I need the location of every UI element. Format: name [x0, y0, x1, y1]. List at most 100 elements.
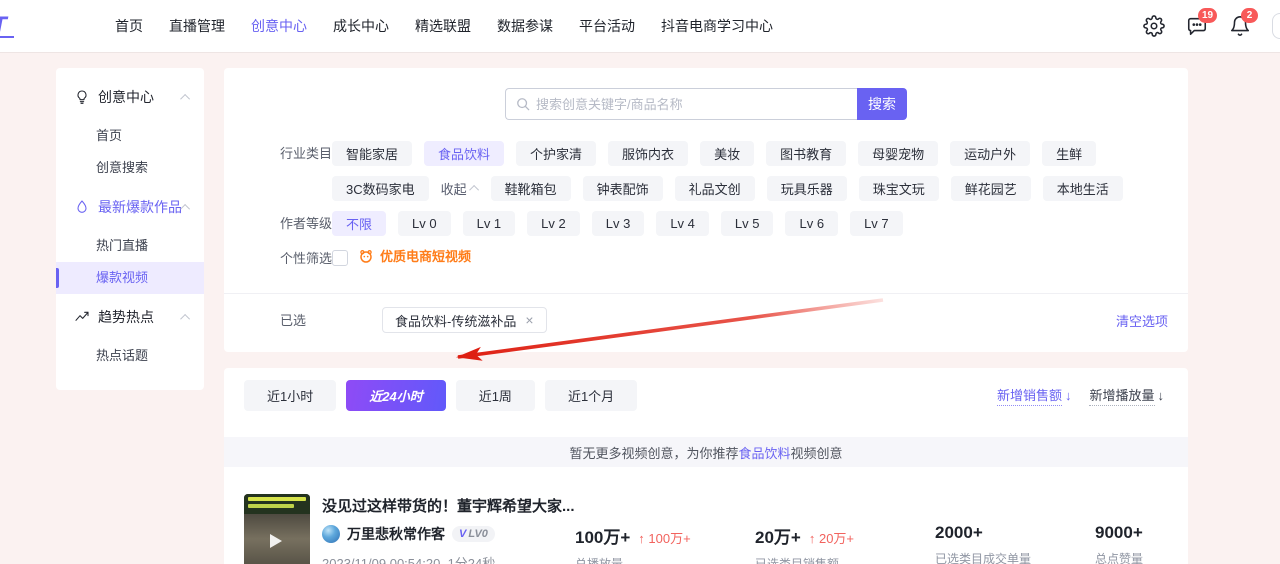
- time-filter-1m[interactable]: 近1个月: [544, 380, 638, 411]
- remove-filter-icon[interactable]: ×: [525, 313, 533, 327]
- industry-chip[interactable]: 图书教育: [766, 141, 847, 166]
- stat-delta: ↑ 20万+: [809, 528, 854, 547]
- sidebar-group-trend-hotspots[interactable]: 趋势热点: [56, 300, 204, 334]
- quality-video-option[interactable]: 优质电商短视频: [358, 246, 471, 265]
- industry-chip[interactable]: 鞋靴箱包: [490, 176, 571, 201]
- personal-filter-row: 个性筛选 优质电商短视频: [280, 246, 1168, 271]
- industry-chip[interactable]: 美妆: [700, 141, 755, 166]
- industry-chip[interactable]: 鲜花园艺: [950, 176, 1031, 201]
- nav-item-home[interactable]: 首页: [115, 16, 143, 36]
- author-level-badge: V LV0: [452, 526, 495, 542]
- sidebar-item-hot-topics[interactable]: 热点话题: [56, 340, 204, 372]
- nav-item-selected-alliance[interactable]: 精选联盟: [415, 16, 471, 36]
- messages-icon[interactable]: 19: [1186, 8, 1218, 37]
- stat-total-plays: 100万+ ↑ 100万+ 总播放量: [575, 523, 691, 564]
- search-icon: [517, 98, 530, 111]
- nav-item-platform-activity[interactable]: 平台活动: [579, 16, 635, 36]
- author-level-row: 作者等级 不限 Lv 0 Lv 1 Lv 2 Lv 3 Lv 4 Lv 5 Lv…: [280, 211, 1168, 236]
- industry-chip[interactable]: 智能家居: [332, 141, 413, 166]
- level-chip[interactable]: Lv 4: [656, 211, 709, 236]
- trend-line-icon: [74, 309, 90, 325]
- sort-by-sales[interactable]: 新增销售额 ↓: [996, 385, 1072, 406]
- personal-filter-label: 个性筛选: [280, 251, 333, 266]
- sort-down-arrow-icon: ↓: [1064, 388, 1072, 403]
- stat-label: 已选类目成交单量: [935, 552, 1032, 564]
- nav-item-live-management[interactable]: 直播管理: [169, 16, 225, 36]
- stat-value: 20万+: [755, 528, 801, 547]
- clear-options-link[interactable]: 清空选项: [1116, 311, 1168, 330]
- banner-category-link[interactable]: 食品饮料: [738, 443, 790, 462]
- stat-category-sales: 20万+ ↑ 20万+ 已选类目销售额: [755, 523, 854, 564]
- messages-count-badge: 19: [1198, 8, 1218, 23]
- industry-chip[interactable]: 玩具乐器: [766, 176, 847, 201]
- industry-chip[interactable]: 3C数码家电: [332, 176, 429, 201]
- level-chip[interactable]: Lv 3: [591, 211, 645, 236]
- banner-text: 暂无更多视频创意，为你推荐: [569, 445, 739, 461]
- industry-chip-selected[interactable]: 食品饮料: [424, 141, 505, 166]
- search-input[interactable]: [536, 96, 847, 112]
- quality-video-checkbox[interactable]: [332, 250, 348, 266]
- nav-item-growth-center[interactable]: 成长中心: [333, 16, 389, 36]
- author-name[interactable]: 万里悲秋常作客: [347, 524, 445, 544]
- sidebar-item-hot-live[interactable]: 热门直播: [56, 230, 204, 262]
- time-filter-1h[interactable]: 近1小时: [244, 380, 337, 411]
- time-filter-row: 近1小时 近24小时 近1周 近1个月 新增销售额 ↓ 新增播放量 ↓: [224, 368, 1188, 411]
- nav-item-data-advisor[interactable]: 数据参谋: [497, 16, 553, 36]
- author-level-label: 作者等级: [280, 216, 333, 231]
- search-button[interactable]: 搜索: [857, 88, 907, 120]
- selected-filters-row: 已选 食品饮料-传统滋补品 × 清空选项: [280, 307, 1168, 333]
- nav-item-creative-center[interactable]: 创意中心: [251, 16, 307, 36]
- avatar[interactable]: [1272, 13, 1280, 39]
- nav-item-learning-center[interactable]: 抖音电商学习中心: [661, 16, 773, 36]
- brand-logo[interactable]: T: [0, 12, 14, 38]
- video-title[interactable]: 没见过这样带货的！董宇辉希望大家...: [322, 495, 575, 516]
- industry-chip[interactable]: 珠宝文玩: [858, 176, 939, 201]
- verified-v-icon: V: [459, 528, 467, 540]
- banner-text: 视频创意: [790, 445, 843, 461]
- industry-chip[interactable]: 运动户外: [950, 141, 1031, 166]
- industry-chip[interactable]: 礼品文创: [674, 176, 755, 201]
- sort-controls: 新增销售额 ↓ 新增播放量 ↓: [996, 385, 1164, 406]
- stat-delta-value: 20万+: [818, 531, 855, 546]
- level-chip[interactable]: Lv 2: [527, 211, 580, 236]
- video-thumbnail[interactable]: [244, 494, 310, 564]
- level-chip[interactable]: Lv 5: [720, 211, 774, 236]
- settings-gear-icon[interactable]: [1143, 15, 1165, 37]
- collapse-categories-link[interactable]: 收起: [441, 176, 479, 201]
- selected-filter-chip[interactable]: 食品饮料-传统滋补品 ×: [382, 307, 547, 333]
- stat-delta-value: 100万+: [648, 531, 691, 546]
- sidebar-group-creative-center[interactable]: 创意中心: [56, 80, 204, 114]
- level-chip[interactable]: Lv 6: [785, 211, 839, 236]
- sort-plays-label: 新增播放量: [1089, 385, 1155, 406]
- author-avatar[interactable]: [322, 525, 340, 543]
- industry-chip[interactable]: 本地生活: [1042, 176, 1123, 201]
- industry-category-label: 行业类目: [280, 146, 333, 161]
- video-info: 没见过这样带货的！董宇辉希望大家... 万里悲秋常作客 V LV0 2023/1…: [322, 495, 575, 564]
- results-panel: 近1小时 近24小时 近1周 近1个月 新增销售额 ↓ 新增播放量 ↓ 暂无更多…: [224, 368, 1188, 564]
- industry-category-row: 行业类目 智能家居 食品饮料 个护家清 服饰内衣 美妆 图书教育 母婴宠物 运动…: [280, 141, 1168, 201]
- notifications-bell-icon[interactable]: 2: [1229, 8, 1258, 37]
- sort-by-plays[interactable]: 新增播放量 ↓: [1089, 385, 1164, 406]
- filter-panel: 搜索 行业类目 智能家居 食品饮料 个护家清 服饰内衣 美妆 图书教育 母婴宠物…: [224, 68, 1188, 352]
- industry-chip[interactable]: 生鲜: [1042, 141, 1097, 166]
- level-chip[interactable]: Lv 1: [462, 211, 516, 236]
- sidebar-item-hot-videos[interactable]: 爆款视频: [56, 262, 204, 294]
- industry-chip[interactable]: 母婴宠物: [858, 141, 939, 166]
- industry-chip[interactable]: 个护家清: [516, 141, 597, 166]
- time-filter-24h-selected[interactable]: 近24小时: [346, 380, 446, 411]
- sidebar-item-creative-search[interactable]: 创意搜索: [56, 152, 204, 184]
- publish-time: 2023/11/09 00:54:20: [322, 556, 441, 564]
- time-filter-1w[interactable]: 近1周: [455, 380, 535, 411]
- level-chip[interactable]: Lv 7: [850, 211, 903, 236]
- industry-chip[interactable]: 服饰内衣: [608, 141, 689, 166]
- stat-category-orders: 2000+ 已选类目成交单量: [935, 523, 1031, 564]
- thumbnail-caption-overlay: [244, 494, 310, 514]
- sidebar-item-home[interactable]: 首页: [56, 120, 204, 152]
- level-chip-selected[interactable]: 不限: [332, 211, 387, 236]
- video-datetime: 2023/11/09 00:54:20 1分24秒: [322, 553, 572, 564]
- quality-video-label: 优质电商短视频: [380, 249, 472, 264]
- level-chip[interactable]: Lv 0: [398, 211, 451, 236]
- stat-total-likes: 9000+ 总点赞量: [1095, 523, 1143, 564]
- industry-chip[interactable]: 钟表配饰: [582, 176, 663, 201]
- sidebar-group-latest-hot-works[interactable]: 最新爆款作品: [56, 190, 204, 224]
